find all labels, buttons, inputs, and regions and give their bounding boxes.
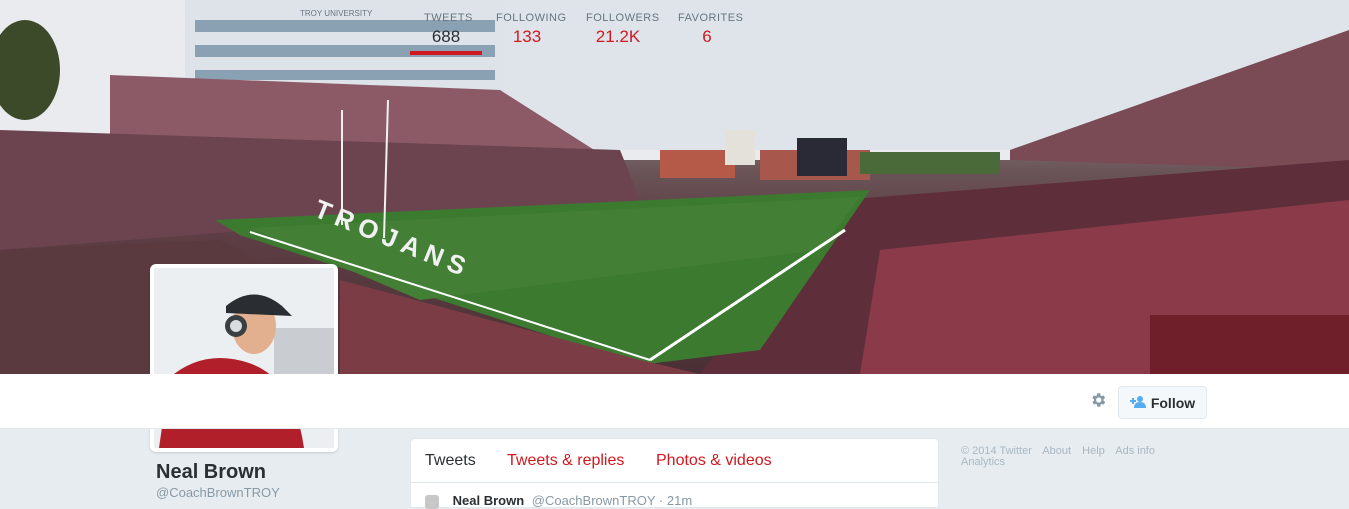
gear-icon-svg (1092, 393, 1106, 407)
stat-label: FOLLOWING (496, 12, 567, 24)
footer-link-help[interactable]: Help (1082, 445, 1105, 457)
stat-label: FOLLOWERS (586, 12, 660, 24)
stat-tweets[interactable]: TWEETS 688 (410, 12, 482, 55)
stat-favorites[interactable]: FAVORITES 6 (664, 12, 750, 55)
footer-link-ads-info[interactable]: Ads info (1115, 445, 1155, 457)
timeline-panel: Tweets Tweets & replies Photos & videos … (410, 438, 939, 509)
footer-link-about[interactable]: About (1042, 445, 1071, 457)
follow-label: Follow (1150, 394, 1196, 411)
follow-button[interactable]: Follow (1118, 386, 1207, 419)
stat-value: 21.2K (595, 27, 641, 46)
stat-label: FAVORITES (678, 12, 744, 24)
stat-following[interactable]: FOLLOWING 133 (482, 12, 572, 55)
stadium-sign: TROY UNIVERSITY (300, 9, 373, 18)
profile-name[interactable]: Neal Brown (156, 461, 266, 484)
tweet-avatar[interactable] (425, 494, 439, 509)
tab-photos-and-videos[interactable]: Photos & videos (656, 452, 772, 470)
profile-handle[interactable]: @CoachBrownTROY (156, 485, 280, 500)
stat-value: 6 (702, 27, 712, 46)
footer-link-analytics[interactable]: Analytics (961, 456, 1005, 468)
stat-value: 133 (512, 27, 542, 46)
stat-value: 688 (431, 27, 461, 46)
stat-followers[interactable]: FOLLOWERS 21.2K (572, 12, 664, 55)
timeline-tabs: Tweets Tweets & replies Photos & videos (411, 439, 938, 483)
person-plus-icon (1129, 395, 1146, 411)
tab-tweets[interactable]: Tweets (425, 452, 476, 470)
stat-label: TWEETS (424, 12, 473, 24)
footer-links: © 2014 Twitter About Help Ads info Analy… (961, 446, 1171, 468)
tab-tweets-and-replies[interactable]: Tweets & replies (507, 452, 624, 470)
gear-icon[interactable] (1088, 391, 1108, 411)
